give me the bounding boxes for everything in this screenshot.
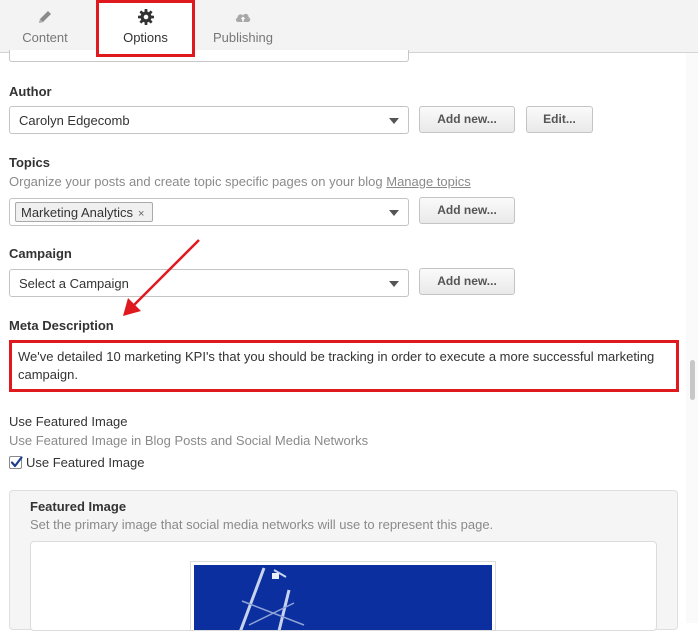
use-featured-image-label[interactable]: Use Featured Image [26,455,145,470]
edit-author-button[interactable]: Edit... [526,106,593,133]
topic-chip: Marketing Analytics × [15,202,154,222]
add-topic-button[interactable]: Add new... [419,197,515,224]
add-author-button[interactable]: Add new... [419,106,515,133]
add-campaign-button[interactable]: Add new... [419,268,515,295]
featured-image-preview [194,565,492,630]
topics-help: Organize your posts and create topic spe… [9,174,471,189]
manage-topics-link[interactable]: Manage topics [386,174,471,189]
topic-chip-label: Marketing Analytics [21,205,133,220]
meta-description-input[interactable]: We've detailed 10 marketing KPI's that y… [9,340,679,392]
topics-label: Topics [9,155,50,170]
topics-help-text: Organize your posts and create topic spe… [9,174,383,189]
scrollbar-track[interactable] [686,53,698,623]
chevron-down-icon [389,210,399,216]
chevron-down-icon [389,281,399,287]
remove-chip-icon[interactable]: × [138,208,144,220]
tab-publishing[interactable]: Publishing [198,0,288,53]
cloud-upload-icon [235,13,251,22]
featured-image-panel-title: Featured Image [30,499,127,514]
campaign-select-value: Select a Campaign [19,276,129,291]
previous-field[interactable] [9,50,409,62]
pencil-icon [39,11,51,23]
tab-options-label: Options [123,30,168,45]
campaign-select[interactable]: Select a Campaign [9,269,409,297]
topics-select[interactable]: Marketing Analytics × [9,198,409,226]
tab-content-label: Content [22,30,68,45]
campaign-label: Campaign [9,246,72,261]
image-illustration [239,567,305,630]
checkmark-icon [10,456,23,468]
scrollbar-thumb[interactable] [690,360,695,400]
tab-publishing-label: Publishing [213,30,273,45]
tab-content[interactable]: Content [0,0,90,53]
arrow-head-icon [123,298,141,316]
featured-image-help: Use Featured Image in Blog Posts and Soc… [9,433,369,448]
featured-image-heading: Use Featured Image [9,414,128,429]
featured-image-panel-help: Set the primary image that social media … [30,517,494,532]
featured-image-thumbnail[interactable] [190,561,496,631]
use-featured-image-checkbox[interactable] [9,456,23,469]
gear-icon [137,9,154,25]
meta-description-label: Meta Description [9,318,114,333]
tab-options[interactable]: Options [96,0,195,57]
author-label: Author [9,84,52,99]
author-select[interactable]: Carolyn Edgecomb [9,106,409,134]
author-select-value: Carolyn Edgecomb [19,113,130,128]
chevron-down-icon [389,118,399,124]
